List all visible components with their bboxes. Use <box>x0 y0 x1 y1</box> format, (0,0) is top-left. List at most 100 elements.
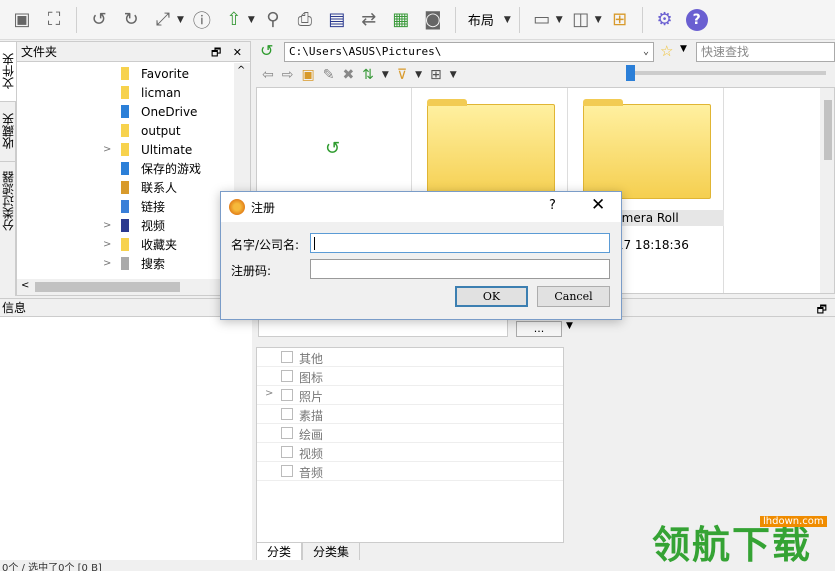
panel-icon[interactable]: ◫ <box>567 6 595 34</box>
tab-category-filter[interactable]: 分类过滤器 <box>0 161 16 241</box>
tree-item[interactable]: > 收藏夹 <box>17 235 234 254</box>
category-row[interactable]: 绘画 <box>257 424 563 443</box>
folder-horizontal-scrollbar[interactable]: < <box>17 279 250 295</box>
rotate-right-icon[interactable]: ↻ <box>117 6 145 34</box>
tree-item[interactable]: Favorite <box>17 64 234 83</box>
chevron-down-icon[interactable]: ▼ <box>595 15 602 25</box>
forward-icon[interactable]: ⇨ <box>282 67 294 83</box>
layout-button[interactable]: 布局 <box>464 10 498 29</box>
tree-item[interactable]: OneDrive <box>17 102 234 121</box>
cancel-button[interactable]: Cancel <box>537 286 610 307</box>
name-input[interactable] <box>310 233 610 253</box>
tree-expand-icon[interactable]: > <box>103 220 113 231</box>
category-checkbox[interactable] <box>281 389 293 401</box>
tree-item[interactable]: > 视频 <box>17 216 234 235</box>
tree-item[interactable]: output <box>17 121 234 140</box>
category-checkbox[interactable] <box>281 427 293 439</box>
file-vertical-scrollbar[interactable] <box>820 88 834 293</box>
chevron-down-icon[interactable]: ▼ <box>382 70 389 80</box>
tab-category[interactable]: 分类 <box>256 543 303 561</box>
camera-icon[interactable]: ◙ <box>419 6 447 34</box>
panel-controls[interactable]: 🗗 ✕ <box>211 44 246 63</box>
ok-button[interactable]: OK <box>455 286 528 307</box>
tab-favorites[interactable]: 收藏夹 <box>0 101 16 161</box>
tab-category-set[interactable]: 分类集 <box>302 543 361 561</box>
chevron-down-icon[interactable]: ▼ <box>504 15 511 25</box>
fullscreen-icon[interactable]: ▣ <box>8 6 36 34</box>
folder-panel: 文件夹 🗗 ✕ Favorite licman OneDrive output > Ult… <box>16 41 251 296</box>
slider-thumb[interactable] <box>626 65 635 81</box>
category-row[interactable]: > 照片 <box>257 386 563 405</box>
registration-code-input[interactable] <box>310 259 610 279</box>
help-button[interactable]: ? <box>683 6 711 34</box>
category-row[interactable]: 其他 <box>257 348 563 367</box>
rotate-left-icon[interactable]: ↺ <box>85 6 113 34</box>
tree-item[interactable]: 保存的游戏 <box>17 159 234 178</box>
scroll-up-icon[interactable]: ^ <box>237 65 245 76</box>
chevron-down-icon[interactable]: ▼ <box>177 15 184 25</box>
navigation-bar: ⇦ ⇨ ▣ ✎ ✖ ⇅ ▼ ⊽ ▼ ⊞ ▼ <box>256 63 835 87</box>
star-icon[interactable]: ☆ <box>660 42 673 60</box>
properties-icon[interactable]: ⓘ <box>188 6 216 34</box>
edit-icon[interactable]: ✎ <box>323 67 335 83</box>
filter-icon[interactable]: ⊽ <box>397 67 407 83</box>
delete-icon[interactable]: ✖ <box>342 67 354 83</box>
close-icon[interactable]: ✕ <box>591 195 605 215</box>
category-row[interactable]: 视频 <box>257 443 563 462</box>
sort-icon[interactable]: ⇅ <box>362 67 374 83</box>
category-row[interactable]: 素描 <box>257 405 563 424</box>
new-folder-icon[interactable]: ▣ <box>301 67 314 83</box>
category-checkbox[interactable] <box>281 446 293 458</box>
binoculars-icon[interactable]: ⚲ <box>259 6 287 34</box>
tree-expand-icon[interactable]: > <box>103 239 113 250</box>
quick-search-input[interactable]: 快速查找 <box>696 42 835 62</box>
category-input[interactable] <box>258 319 508 337</box>
scanner-icon[interactable]: ▤ <box>323 6 351 34</box>
back-icon[interactable]: ⇦ <box>262 67 274 83</box>
tree-item[interactable]: > Ultimate <box>17 140 234 159</box>
category-checkbox[interactable] <box>281 408 293 420</box>
thumbnail-size-slider[interactable] <box>626 71 826 75</box>
chevron-down-icon[interactable]: ▼ <box>556 15 563 25</box>
view-mode-icon[interactable]: ▭ <box>528 6 556 34</box>
tree-item[interactable]: licman <box>17 83 234 102</box>
category-label: 图标 <box>299 371 324 385</box>
convert-icon[interactable]: ⇄ <box>355 6 383 34</box>
panel-controls[interactable]: 🗗 <box>817 301 831 320</box>
gear-icon[interactable]: ⚙ <box>651 6 679 34</box>
tree-expand-icon[interactable]: > <box>103 258 113 269</box>
category-checkbox[interactable] <box>281 351 293 363</box>
transform-icon[interactable]: ⤢ <box>149 6 177 34</box>
chevron-down-icon[interactable]: ▼ <box>566 321 573 331</box>
category-checkbox[interactable] <box>281 465 293 477</box>
category-expand-icon[interactable]: > <box>265 388 273 399</box>
scroll-thumb[interactable] <box>824 100 832 160</box>
category-row[interactable]: 图标 <box>257 367 563 386</box>
tree-expand-icon[interactable]: > <box>103 144 113 155</box>
tree-item[interactable]: 链接 <box>17 197 234 216</box>
tree-item[interactable]: > 搜索 <box>17 254 234 273</box>
chevron-down-icon[interactable]: ▼ <box>248 15 255 25</box>
chevron-down-icon[interactable]: ▼ <box>415 70 422 80</box>
help-icon[interactable]: ? <box>549 198 556 213</box>
category-tabs: 分类 分类集 <box>256 543 361 561</box>
more-button[interactable]: ... <box>516 321 562 337</box>
path-input[interactable]: C:\Users\ASUS\Pictures\ ⌄ <box>284 42 654 62</box>
chevron-down-icon[interactable]: ▼ <box>680 44 687 54</box>
chevron-down-icon[interactable]: ⌄ <box>643 43 649 61</box>
folder-panel-title: 文件夹 <box>21 45 58 59</box>
tree-item[interactable]: 联系人 <box>17 178 234 197</box>
category-row[interactable]: 音频 <box>257 462 563 481</box>
move-to-icon[interactable]: ⇧ <box>220 6 248 34</box>
slideshow-icon[interactable]: ▦ <box>387 6 415 34</box>
grid-view-icon[interactable]: ⊞ <box>430 67 442 83</box>
printer-icon[interactable]: ⎙ <box>291 6 319 34</box>
category-checkbox[interactable] <box>281 370 293 382</box>
tree-view-icon[interactable]: ⊞ <box>606 6 634 34</box>
scroll-left-icon[interactable]: < <box>21 280 29 291</box>
up-folder-icon[interactable]: ↺ <box>260 41 273 60</box>
fit-window-icon[interactable]: ⛶ <box>40 6 68 34</box>
scroll-thumb[interactable] <box>35 282 180 292</box>
chevron-down-icon[interactable]: ▼ <box>450 70 457 80</box>
tab-folders[interactable]: 文件夹 <box>0 41 16 101</box>
